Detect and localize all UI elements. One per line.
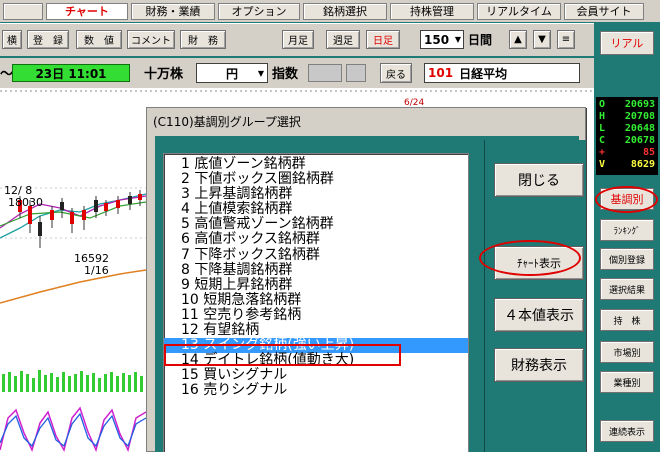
index-box-2 xyxy=(346,64,366,82)
menu-item-options[interactable]: オプション xyxy=(218,2,300,20)
trend-group-button[interactable]: 基調別 xyxy=(600,188,654,210)
long-ma-line xyxy=(0,269,147,304)
info-bar: 〜 23日 11:01 十万株 円 ▼ 指数 戻る 101 日経平均 xyxy=(0,58,594,88)
industry-button[interactable]: 業種別 xyxy=(600,371,654,393)
quote-key: L xyxy=(599,123,606,134)
comment-button[interactable]: コメント xyxy=(127,30,175,49)
group-list-item[interactable]: 10 短期急落銘柄群 xyxy=(164,292,468,308)
group-list-item[interactable]: 2 下値ボックス圏銘柄群 xyxy=(164,172,468,187)
volume-bars xyxy=(2,370,143,392)
chevron-down-icon: ▼ xyxy=(257,68,264,78)
four-values-button[interactable]: ４本値表示 xyxy=(494,298,584,332)
chevron-down-icon: ▼ xyxy=(454,35,461,44)
oscillator-line-1 xyxy=(0,406,147,452)
menu-bar: チャート 財務・業績 オプション 銘柄選択 持株管理 リアルタイム 会員サイト xyxy=(0,0,660,22)
group-list-item[interactable]: 16 売りシグナル xyxy=(164,383,468,398)
quote-value: 20648 xyxy=(624,123,655,134)
continuous-view-button[interactable]: 連続表示 xyxy=(600,420,654,442)
values-button[interactable]: 数 値 xyxy=(76,30,122,49)
quote-value: 20678 xyxy=(624,135,655,146)
datetime-display: 23日 11:01 xyxy=(12,64,130,82)
toolbar: 横 登 録 数 値 コメント 財 務 月足 週足 日足 150 ▼ 日間 ▲ ▼… xyxy=(0,23,594,56)
market-button[interactable]: 市場別 xyxy=(600,341,654,363)
quote-row-low: L 20648 xyxy=(599,123,655,135)
quote-value: 8629 xyxy=(630,159,655,170)
index-label: 指数 xyxy=(272,67,299,82)
triangle-down-icon: ▼ xyxy=(538,34,546,45)
group-list-item[interactable]: 13 スイング銘柄(強い上昇) xyxy=(164,338,468,354)
trend-group-dialog: (C110)基調別グループ選択 1 底値ゾーン銘柄群 2 下値ボックス圏銘柄群 3 … xyxy=(146,107,586,452)
finance-button[interactable]: 財 務 xyxy=(180,30,226,49)
financials-button[interactable]: 財務表示 xyxy=(494,348,584,382)
quote-row-change: +85 xyxy=(599,147,655,159)
daily-button[interactable]: 日足 xyxy=(366,30,400,49)
group-listbox[interactable]: 1 底値ゾーン銘柄群 2 下値ボックス圏銘柄群 3 上昇基調銘柄群 4 上値模索銘柄群… xyxy=(163,153,469,452)
symbol-code: 101 xyxy=(428,66,454,80)
lot-unit-label: 十万株 xyxy=(144,67,184,82)
quote-key: H xyxy=(599,111,606,122)
triangle-up-icon: ▲ xyxy=(514,34,522,45)
quote-row-close: C 20678 xyxy=(599,135,655,147)
quote-row-open: O 20693 xyxy=(599,99,655,111)
peak-value-label: 18030 xyxy=(8,196,43,209)
close-button[interactable]: 閉じる xyxy=(494,163,584,197)
individual-register-button[interactable]: 個別登録 xyxy=(600,248,654,270)
period-count: 150 xyxy=(424,32,450,47)
oscillator-line-2 xyxy=(0,412,147,448)
quote-key: O xyxy=(599,99,606,110)
quote-value: 20708 xyxy=(624,111,655,122)
monthly-button[interactable]: 月足 xyxy=(282,30,314,49)
scroll-up-button[interactable]: ▲ xyxy=(509,30,527,49)
symbol-name: 日経平均 xyxy=(459,66,508,81)
group-list-item[interactable]: 12 有望銘柄 xyxy=(164,322,468,338)
horizontal-button[interactable]: 横 xyxy=(2,30,22,49)
realtime-button[interactable]: リアル xyxy=(600,31,654,55)
menu-button[interactable]: ≡ xyxy=(557,30,575,49)
menu-icon: ≡ xyxy=(561,34,571,45)
quote-row-volume: V 8629 xyxy=(599,159,655,171)
group-list-item[interactable]: 7 下降ボックス銘柄群 xyxy=(164,247,468,263)
symbol-box[interactable]: 101 日経平均 xyxy=(424,63,580,83)
weekly-button[interactable]: 週足 xyxy=(326,30,360,49)
dialog-button-panel: 閉じる ﾁｬｰﾄ表示 ４本値表示 財務表示 xyxy=(484,140,586,452)
chart-view-button[interactable]: ﾁｬｰﾄ表示 xyxy=(494,246,584,280)
currency-select[interactable]: 円 ▼ xyxy=(196,63,268,83)
quote-key: + xyxy=(599,147,606,158)
group-list-item[interactable]: 9 短期上昇銘柄群 xyxy=(164,277,468,293)
dialog-body: 1 底値ゾーン銘柄群 2 下値ボックス圏銘柄群 3 上昇基調銘柄群 4 上値模索銘柄群… xyxy=(155,136,586,452)
group-list-item[interactable]: 11 空売り参考銘柄 xyxy=(164,307,468,323)
menu-item-0[interactable] xyxy=(3,2,43,20)
right-panel: リアル O 20693 H 20708 L 20648 C 20678 +85 V 862… xyxy=(594,23,660,452)
selection-results-button[interactable]: 選択結果 xyxy=(600,278,654,300)
quote-row-high: H 20708 xyxy=(599,111,655,123)
group-list-item[interactable]: 8 下降基調銘柄群 xyxy=(164,262,468,278)
dialog-title: (C110)基調別グループ選択 xyxy=(153,114,301,129)
group-list-item[interactable]: 14 デイトレ銘柄(値動き大) xyxy=(164,353,468,368)
back-button[interactable]: 戻る xyxy=(380,63,412,83)
menu-item-realtime[interactable]: リアルタイム xyxy=(477,2,561,20)
register-button[interactable]: 登 録 xyxy=(27,30,69,49)
group-list-item[interactable]: 15 買いシグナル xyxy=(164,368,468,383)
quote-value: 85 xyxy=(642,147,655,158)
quote-value: 20693 xyxy=(624,99,655,110)
menu-item-portfolio[interactable]: 持株管理 xyxy=(390,2,474,20)
menu-item-financials[interactable]: 財務・業績 xyxy=(131,2,215,20)
ranking-button[interactable]: ﾗﾝｷﾝｸﾞ xyxy=(600,219,654,241)
period-unit: 日間 xyxy=(468,33,493,47)
menu-item-stock-select[interactable]: 銘柄選択 xyxy=(303,2,387,20)
quote-box: O 20693 H 20708 L 20648 C 20678 +85 V 8629 xyxy=(596,97,658,175)
quote-key: C xyxy=(599,135,606,146)
menu-item-chart[interactable]: チャート xyxy=(46,2,128,20)
scroll-down-button[interactable]: ▼ xyxy=(533,30,551,49)
quote-key: V xyxy=(599,159,606,170)
menu-item-member-site[interactable]: 会員サイト xyxy=(564,2,644,20)
period-select[interactable]: 150 ▼ xyxy=(420,30,464,49)
group-list-item[interactable]: 6 高値ボックス銘柄群 xyxy=(164,232,468,247)
low-date-label: 1/16 xyxy=(84,264,109,277)
index-box-1 xyxy=(308,64,342,82)
group-list-item[interactable]: 1 底値ゾーン銘柄群 xyxy=(164,156,468,172)
holdings-button[interactable]: 持 株 xyxy=(600,309,654,331)
currency-value: 円 xyxy=(225,66,238,81)
